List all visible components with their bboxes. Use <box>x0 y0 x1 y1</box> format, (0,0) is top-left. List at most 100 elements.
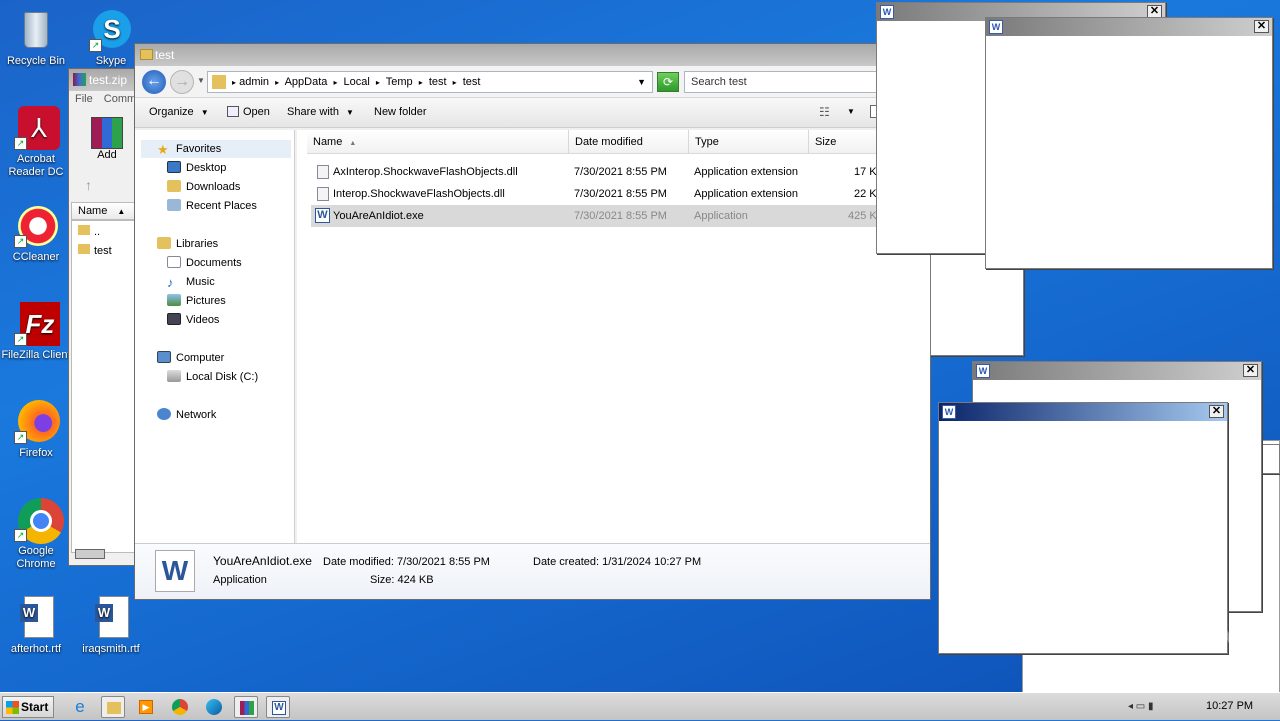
explorer-title: test <box>155 48 175 62</box>
list-item[interactable]: .. <box>78 223 100 241</box>
open-button[interactable]: Open <box>227 106 270 118</box>
tray-icons[interactable]: ◂ ▭ ▮ <box>1128 701 1154 712</box>
menu-file[interactable]: File <box>75 93 93 105</box>
documents-icon <box>167 256 181 268</box>
desktop-icon-recycle-bin[interactable]: Recycle Bin <box>0 8 74 68</box>
column-header-name[interactable]: Name ▲ <box>71 202 135 220</box>
clock[interactable]: 10:27 PM <box>1206 700 1253 712</box>
popup-window[interactable]: W ✕ <box>985 17 1273 269</box>
breadcrumb-item[interactable]: Temp <box>386 76 413 88</box>
nav-desktop[interactable]: Desktop <box>167 159 226 177</box>
column-header-date[interactable]: Date modified <box>569 130 689 154</box>
up-arrow-icon[interactable]: ↑ <box>85 177 92 193</box>
navigation-pane[interactable]: ★ Favorites Desktop Downloads Recent Plac… <box>135 130 295 543</box>
explorer-window[interactable]: test ← → ▼ ▸ admin ▸ AppData ▸ Local ▸ T… <box>134 43 931 600</box>
close-icon[interactable]: ✕ <box>1254 20 1269 33</box>
star-icon: ★ <box>157 142 169 157</box>
pictures-icon <box>167 294 181 306</box>
table-row[interactable]: Interop.ShockwaveFlashObjects.dll 7/30/2… <box>311 183 931 205</box>
popup-titlebar[interactable]: W ✕ <box>973 362 1261 380</box>
forward-button[interactable]: → <box>170 70 194 94</box>
breadcrumb-item[interactable]: test <box>463 76 481 88</box>
nav-network[interactable]: Network <box>157 406 216 424</box>
new-folder-button[interactable]: New folder <box>374 106 427 118</box>
share-with-button[interactable]: Share with ▼ <box>287 106 354 118</box>
system-tray[interactable]: ◂ ▭ ▮ 10:27 PM <box>1120 693 1280 721</box>
desktop-icon-iraqsmith[interactable]: W iraqsmith.rtf <box>73 596 149 656</box>
popup-titlebar[interactable]: W ✕ <box>939 403 1227 421</box>
ccleaner-icon: ↗ <box>14 204 58 248</box>
breadcrumb-item[interactable]: Local <box>344 76 370 88</box>
sort-up-icon: ▲ <box>117 207 126 216</box>
address-dropdown-icon[interactable]: ▼ <box>637 77 646 87</box>
details-pane: W YouAreAnIdiot.exe Application Date mod… <box>135 543 930 599</box>
desktop-icon-acrobat[interactable]: ⅄ ↗ Acrobat Reader DC <box>0 106 74 179</box>
media-player-icon[interactable]: ▶ <box>134 696 158 718</box>
table-row-selected[interactable]: W YouAreAnIdiot.exe 7/30/2021 8:55 PM Ap… <box>311 205 931 227</box>
close-icon[interactable]: ✕ <box>1209 405 1224 418</box>
winrar-taskbar-icon[interactable] <box>234 696 258 718</box>
nav-local-disk[interactable]: Local Disk (C:) <box>167 368 258 386</box>
folder-icon <box>78 244 90 254</box>
nav-favorites[interactable]: ★ Favorites <box>157 140 221 158</box>
breadcrumb-item[interactable]: test <box>429 76 447 88</box>
nav-videos[interactable]: Videos <box>167 311 219 329</box>
libraries-icon <box>157 237 171 249</box>
dll-file-icon <box>317 165 329 179</box>
breadcrumb-item[interactable]: admin <box>239 76 269 88</box>
breadcrumb-item[interactable]: AppData <box>285 76 328 88</box>
winrar-file-list[interactable]: .. test <box>71 220 135 553</box>
ie-icon[interactable]: e <box>68 696 92 718</box>
desktop-icon-label: Google Chrome <box>16 545 56 570</box>
folder-icon <box>212 75 226 89</box>
view-options-icon[interactable]: ☷ <box>819 105 830 119</box>
popup-titlebar[interactable]: W ✕ <box>986 18 1272 36</box>
table-row[interactable]: AxInterop.ShockwaveFlashObjects.dll 7/30… <box>311 161 931 183</box>
desktop-icon-ccleaner[interactable]: ↗ CCleaner <box>0 204 74 264</box>
explorer-taskbar-icon[interactable] <box>101 696 125 718</box>
desktop-icon-afterhot[interactable]: W afterhot.rtf <box>0 596 74 656</box>
nav-libraries[interactable]: Libraries <box>157 235 218 253</box>
sort-up-icon: ▲ <box>349 140 357 147</box>
nav-downloads[interactable]: Downloads <box>167 178 240 196</box>
word-doc-icon: W <box>89 596 133 640</box>
menu-commands[interactable]: Comm <box>104 93 136 105</box>
desktop-icon-label: FileZilla Client <box>1 349 71 361</box>
desktop-icon-label: iraqsmith.rtf <box>82 643 140 655</box>
view-dropdown-icon[interactable]: ▼ <box>847 107 855 116</box>
computer-icon <box>157 351 171 363</box>
nav-recent-places[interactable]: Recent Places <box>167 197 257 215</box>
word-taskbar-icon[interactable]: W <box>266 696 290 718</box>
refresh-button[interactable]: ⟳ <box>657 72 679 92</box>
folder-icon <box>140 49 153 60</box>
nav-music[interactable]: ♪ Music <box>167 273 215 291</box>
organize-button[interactable]: Organize ▼ <box>149 106 209 118</box>
desktop-icon-firefox[interactable]: ↗ Firefox <box>0 400 74 460</box>
filezilla-icon: Fz ↗ <box>14 302 60 346</box>
list-item[interactable]: test <box>78 242 112 260</box>
history-dropdown-icon[interactable]: ▼ <box>197 76 205 85</box>
breadcrumb: ▸ admin ▸ AppData ▸ Local ▸ Temp ▸ test … <box>232 76 481 88</box>
address-bar[interactable]: ▸ admin ▸ AppData ▸ Local ▸ Temp ▸ test … <box>207 71 653 93</box>
nav-computer[interactable]: Computer <box>157 349 224 367</box>
nav-documents[interactable]: Documents <box>167 254 242 272</box>
back-button[interactable]: ← <box>142 70 166 94</box>
videos-icon <box>167 313 181 325</box>
column-header-name[interactable]: Name ▲ <box>307 130 569 154</box>
desktop-icon-label: Recycle Bin <box>6 55 66 67</box>
desktop-icon-filezilla[interactable]: Fz ↗ FileZilla Client <box>0 302 74 362</box>
desktop-icon-chrome[interactable]: ↗ Google Chrome <box>0 498 74 571</box>
word-exe-large-icon: W <box>155 550 195 592</box>
start-button[interactable]: Start <box>2 696 54 718</box>
close-icon[interactable]: ✕ <box>1243 364 1258 377</box>
file-list[interactable]: Name ▲ Date modified Type Size AxInterop… <box>297 130 931 543</box>
nav-pictures[interactable]: Pictures <box>167 292 226 310</box>
column-header-type[interactable]: Type <box>689 130 809 154</box>
chrome-taskbar-icon[interactable] <box>168 696 192 718</box>
edge-icon[interactable] <box>202 696 226 718</box>
add-button[interactable]: Add <box>87 117 127 169</box>
music-icon: ♪ <box>167 275 174 290</box>
drive-icon[interactable] <box>75 549 105 559</box>
explorer-titlebar[interactable]: test <box>135 44 930 66</box>
command-bar: Organize ▼ Open Share with ▼ New folder … <box>135 98 930 128</box>
